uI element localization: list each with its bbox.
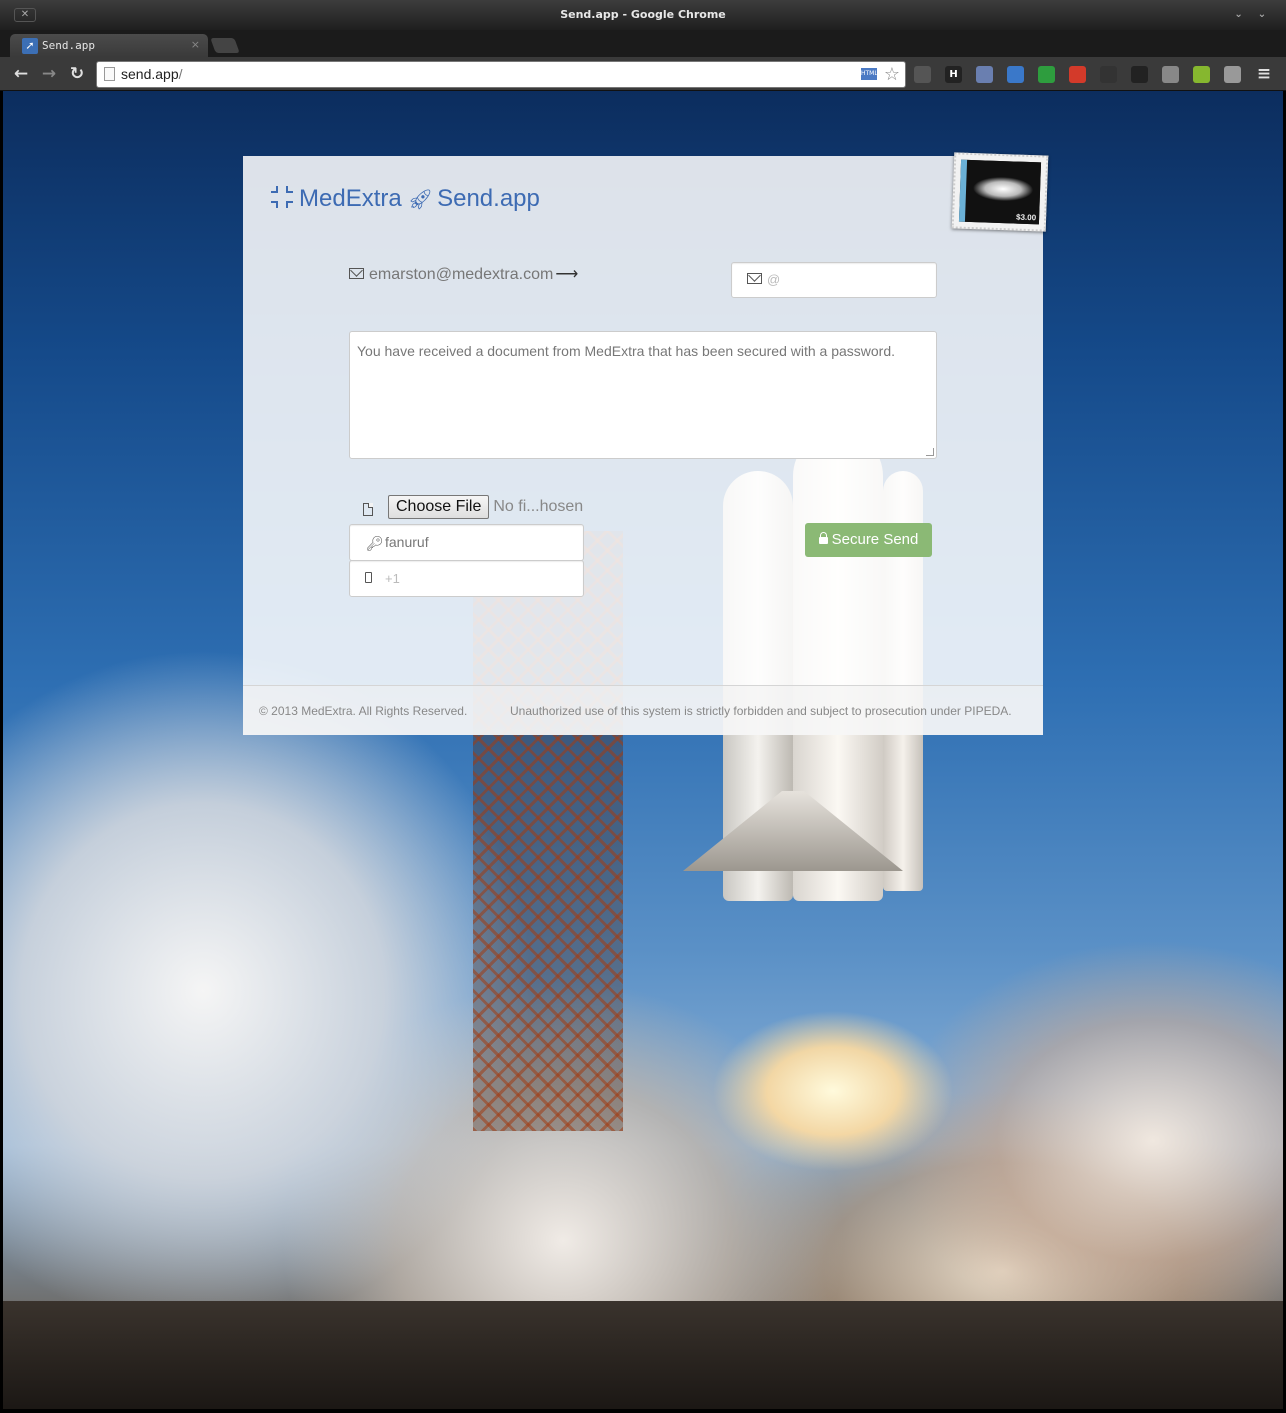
globe-icon[interactable] (1224, 66, 1241, 83)
page-viewport: MedExtra 🚀︎ Send.app $3.00 emarston@medext… (3, 91, 1283, 1409)
browser-toolbar: ← → ↻ send.app/ HTML ☆ H ≡ (0, 57, 1286, 91)
window-maximize-button[interactable]: ⌄ (1252, 0, 1272, 30)
envelope-icon (747, 273, 762, 284)
phone-placeholder: +1 (385, 571, 400, 586)
brand-app: Send.app (437, 185, 540, 212)
page-icon (104, 67, 115, 81)
rocket-favicon-icon: ➚ (22, 38, 38, 54)
password-input[interactable]: 🔑︎ fanuruf (349, 524, 584, 561)
key-icon: 🔑︎ (366, 535, 384, 551)
printer-icon[interactable] (976, 66, 993, 83)
clock-icon[interactable] (1100, 66, 1117, 83)
forward-button[interactable]: → (39, 63, 59, 85)
resize-grip-icon[interactable] (926, 448, 934, 456)
message-text: You have received a document from MedExt… (357, 343, 896, 359)
shuttle-stamp-icon: $3.00 (958, 159, 1042, 225)
lock-icon (818, 532, 828, 544)
send-card: MedExtra 🚀︎ Send.app $3.00 emarston@medext… (243, 152, 1049, 735)
recipient-email-input[interactable]: @ (731, 262, 937, 298)
choose-file-button[interactable]: Choose File (388, 495, 490, 519)
card-footer: © 2013 MedExtra. All Rights Reserved. Un… (243, 685, 1043, 735)
bookmark-star-icon[interactable]: ☆ (884, 64, 900, 85)
copyright-text: © 2013 MedExtra. All Rights Reserved. (259, 704, 468, 718)
secure-send-label: Secure Send (831, 531, 919, 548)
tab-strip: ➚ Send.app × (0, 30, 1286, 57)
secure-send-button[interactable]: Secure Send (805, 523, 932, 557)
recycle-icon[interactable] (914, 66, 931, 83)
tab-title: Send.app (42, 39, 95, 52)
ground-background (3, 1301, 1283, 1409)
tab-close-icon[interactable]: × (191, 38, 200, 51)
rocket-icon: 🚀︎ (407, 189, 434, 211)
new-tab-button[interactable] (210, 38, 240, 53)
url-host: send.app (121, 66, 179, 82)
circle-arrow-icon[interactable] (1131, 66, 1148, 83)
reload-button[interactable]: ↻ (67, 63, 87, 85)
address-url[interactable]: send.app/ (121, 66, 183, 82)
address-bar[interactable]: send.app/ HTML ☆ (96, 61, 906, 88)
html-validator-icon[interactable]: HTML (861, 68, 878, 80)
message-textarea[interactable]: You have received a document from MedExt… (349, 331, 937, 459)
arrow-right-icon: ⟶ (555, 266, 579, 283)
recipient-email-placeholder: @ (767, 272, 781, 287)
bar-icon[interactable] (1162, 66, 1179, 83)
file-picker: Choose File No fi...hosen (363, 495, 583, 519)
chrome-menu-button[interactable]: ≡ (1254, 63, 1274, 85)
puzzle-icon[interactable] (1069, 66, 1086, 83)
password-value: fanuruf (385, 534, 429, 550)
window-close-button[interactable]: ✕ (14, 8, 36, 22)
phone-input[interactable]: +1 (349, 560, 584, 597)
window-titlebar: ✕ Send.app - Google Chrome ⌄ ⌄ (0, 0, 1286, 30)
window-minimize-button[interactable]: ⌄ (1229, 0, 1249, 30)
envelope-icon (349, 268, 364, 279)
stamp-value: $3.00 (1015, 212, 1037, 223)
window-icon[interactable] (1007, 66, 1024, 83)
badge-green-icon[interactable] (1038, 66, 1055, 83)
back-button[interactable]: ← (11, 63, 31, 85)
no-file-chosen-text: No fi...hosen (493, 498, 584, 515)
brand-company: MedExtra (299, 185, 402, 212)
postage-stamp-image: $3.00 (951, 152, 1049, 232)
legal-notice: Unauthorized use of this system is stric… (510, 704, 1012, 718)
sender-email-text: emarston@medextra.com (369, 266, 554, 283)
brand-header: MedExtra 🚀︎ Send.app (271, 184, 540, 214)
mobile-phone-icon (365, 572, 372, 583)
tab-send-app[interactable]: ➚ Send.app × (10, 34, 208, 57)
file-icon (363, 503, 373, 517)
android-icon[interactable] (1193, 66, 1210, 83)
sender-email: emarston@medextra.com ⟶ (349, 264, 578, 284)
window-title: Send.app - Google Chrome (560, 8, 726, 21)
window-controls: ⌄ ⌄ (1229, 0, 1272, 30)
url-path: / (178, 66, 183, 82)
medextra-logo-icon (271, 186, 293, 208)
h-extension-icon[interactable]: H (945, 66, 962, 83)
